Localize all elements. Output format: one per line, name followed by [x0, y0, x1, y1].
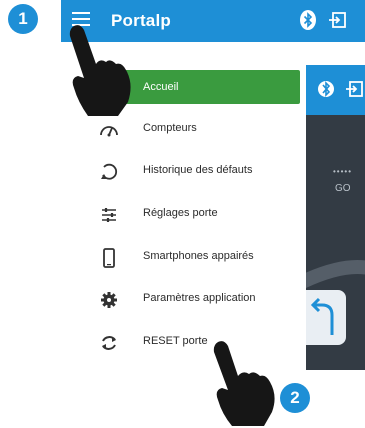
step-badge-1: 1 [8, 4, 38, 34]
bluetooth-icon[interactable] [300, 10, 316, 30]
bluetooth-icon [318, 81, 334, 97]
drawer-item-label: RESET porte [143, 335, 208, 347]
step-badge-2: 2 [280, 383, 310, 413]
background-app-bar [306, 65, 365, 115]
drawer-item-accueil[interactable]: Accueil [91, 70, 300, 104]
drawer-item-reglages[interactable]: Réglages porte [61, 195, 306, 235]
drawer-item-label: Réglages porte [143, 207, 218, 219]
app-bar: Portalp [61, 0, 365, 42]
background-app-screen: ••••• GO [306, 65, 365, 370]
drawer-item-reset[interactable]: RESET porte [61, 323, 306, 363]
background-back-button [306, 290, 346, 345]
smartphone-icon [103, 248, 115, 268]
drawer-item-parametres[interactable]: Paramètres application [61, 280, 306, 320]
history-icon [101, 163, 118, 180]
drawer-item-historique[interactable]: Historique des défauts [61, 152, 306, 192]
drawer-item-compteurs[interactable]: Compteurs [61, 110, 306, 150]
exit-icon[interactable] [329, 11, 347, 29]
exit-icon [346, 81, 363, 97]
drawer-item-label: Paramètres application [143, 292, 256, 304]
drawer-item-label: Compteurs [143, 122, 197, 134]
hamburger-menu-icon[interactable] [72, 12, 90, 28]
drawer-item-smartphones[interactable]: Smartphones appairés [61, 238, 306, 278]
drawer-item-label: Smartphones appairés [143, 250, 254, 262]
app-title: Portalp [111, 11, 171, 30]
drawer-item-label: Accueil [143, 81, 179, 93]
background-indicator-dots: ••••• [333, 167, 353, 176]
gear-icon [101, 292, 117, 308]
refresh-icon [102, 336, 116, 350]
background-go-label: GO [335, 183, 351, 194]
curved-arrow-icon [310, 297, 334, 335]
sliders-icon [102, 208, 116, 222]
drawer-item-label: Historique des défauts [143, 164, 253, 176]
gauge-icon [100, 126, 118, 137]
navigation-drawer: Accueil Compteurs Historique des défauts… [61, 42, 306, 370]
